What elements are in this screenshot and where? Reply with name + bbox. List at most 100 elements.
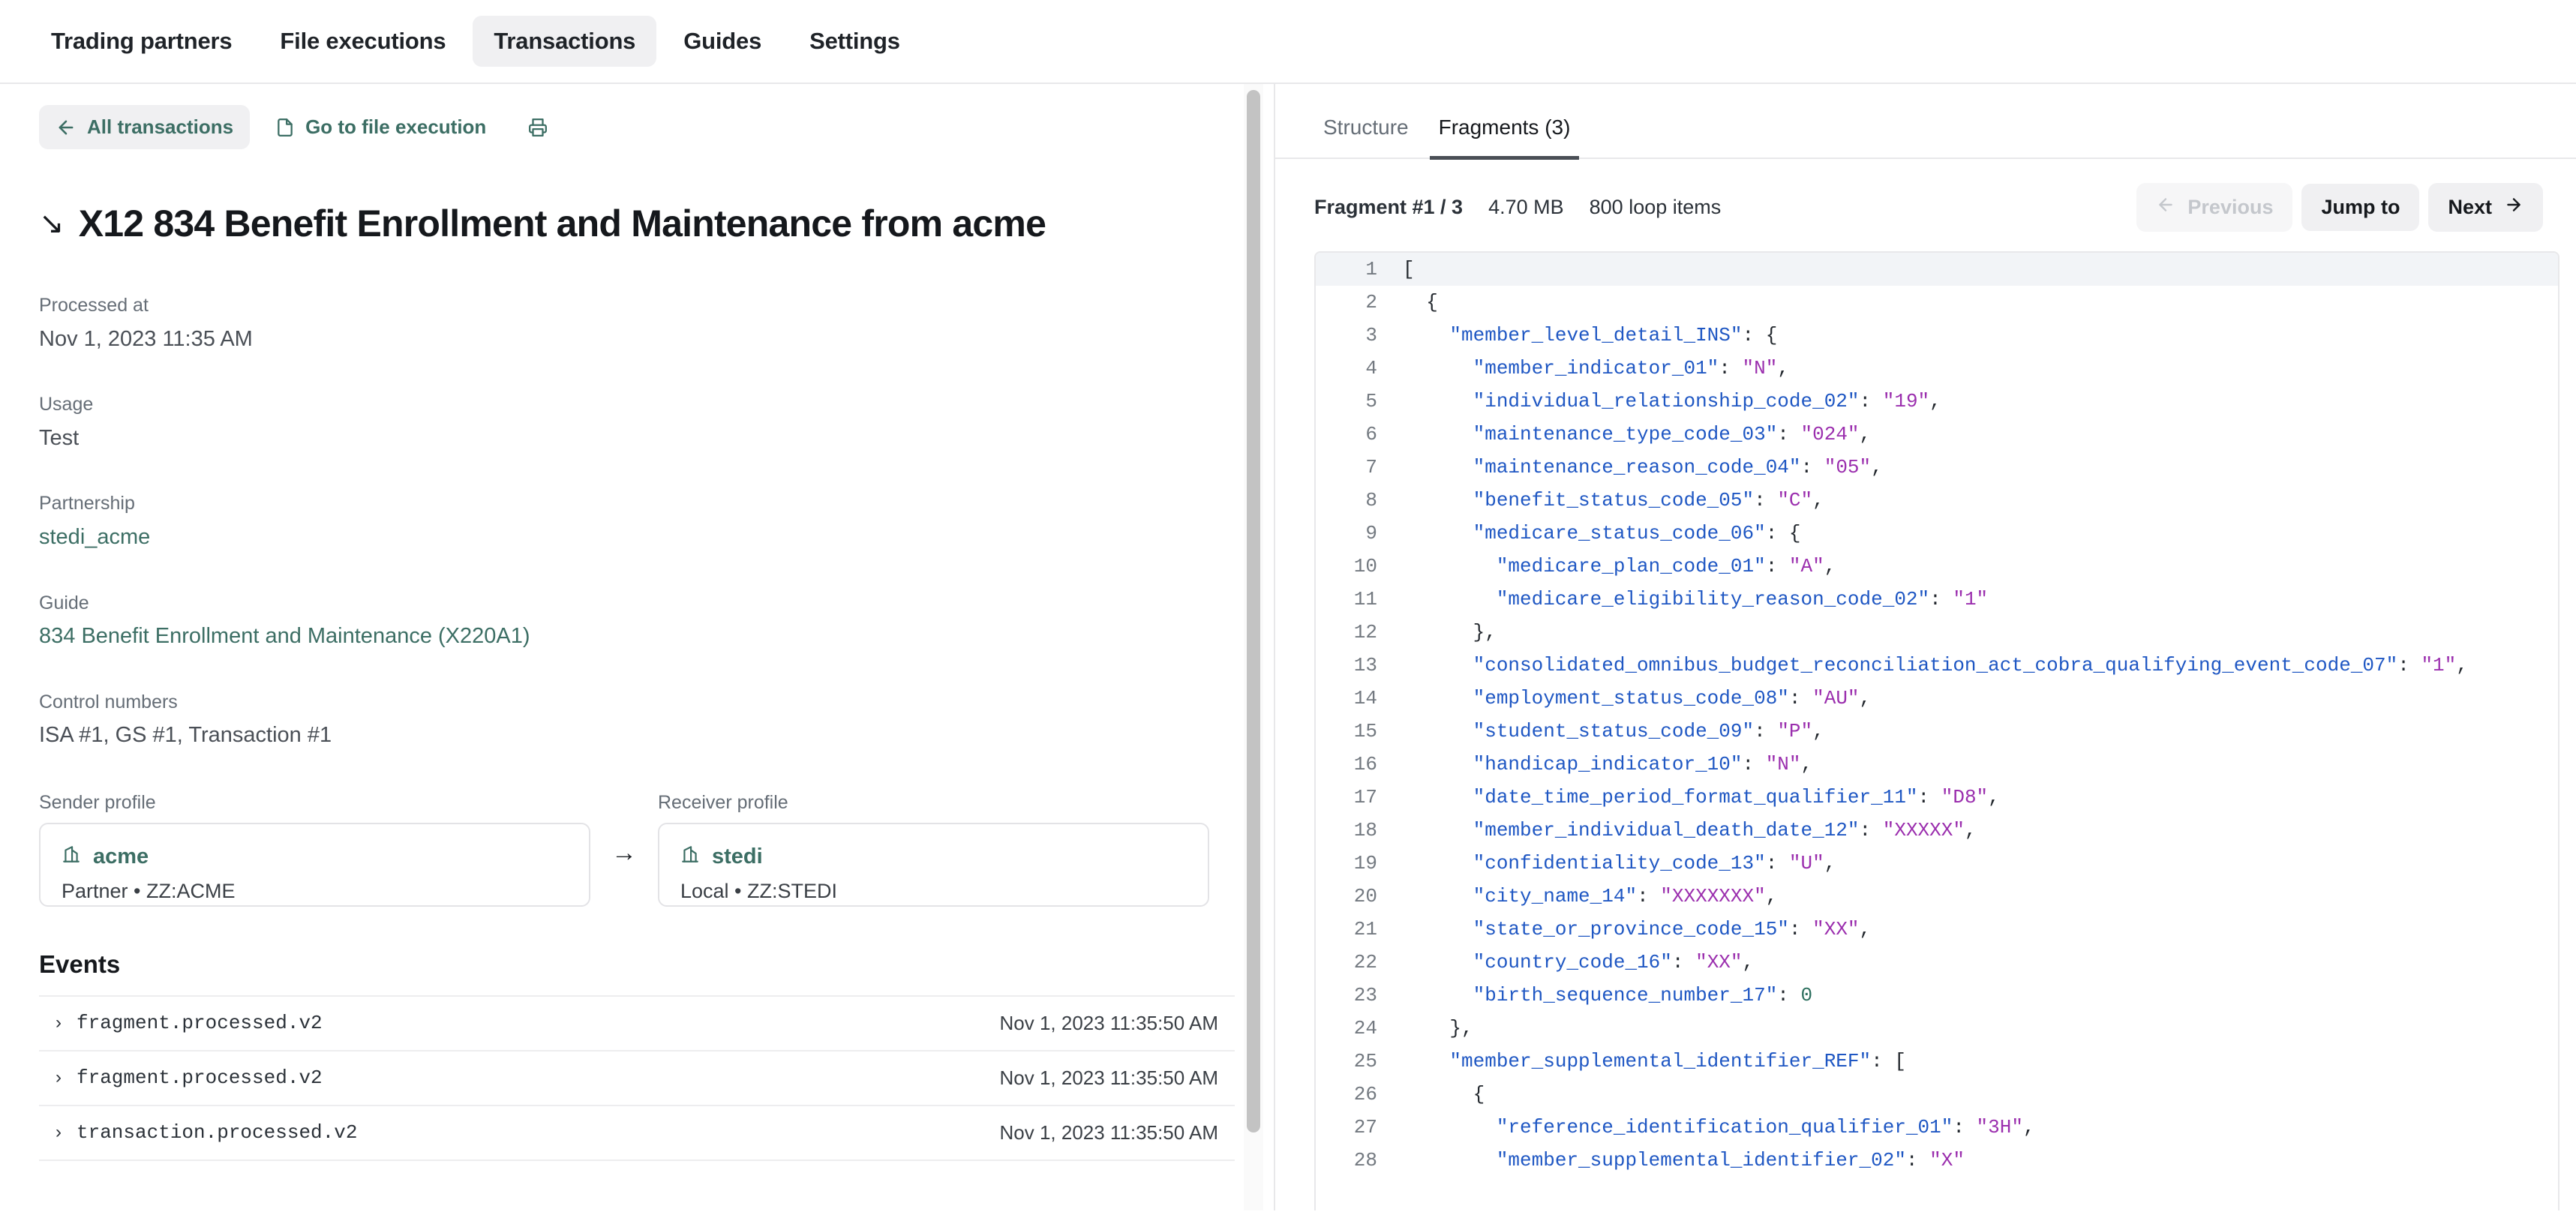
- line-content: "city_name_14": "XXXXXXX",: [1403, 880, 2558, 913]
- chevron-right-icon[interactable]: ›: [56, 1122, 62, 1143]
- field-value: Nov 1, 2023 11:35 AM: [39, 326, 1235, 354]
- token-p: :: [1801, 456, 1824, 478]
- detail-fields: Processed atNov 1, 2023 11:35 AMUsageTes…: [39, 293, 1235, 750]
- code-line: 23 "birth_sequence_number_17": 0: [1316, 979, 2558, 1012]
- token-k: "member_supplemental_identifier_REF": [1449, 1050, 1871, 1072]
- tab-structure[interactable]: Structure: [1314, 108, 1418, 160]
- token-p: [1403, 852, 1473, 874]
- chevron-right-icon[interactable]: ›: [56, 1012, 62, 1034]
- go-to-file-execution-button[interactable]: Go to file execution: [259, 105, 503, 149]
- token-p: :: [2397, 654, 2421, 676]
- line-content: "state_or_province_code_15": "XX",: [1403, 913, 2558, 946]
- token-p: ,: [2456, 654, 2468, 676]
- token-k: "medicare_status_code_06": [1473, 522, 1766, 544]
- nav-item-transactions[interactable]: Transactions: [473, 16, 656, 67]
- field-label: Partnership: [39, 491, 1235, 516]
- token-p: ,: [1801, 753, 1813, 776]
- previous-fragment-button[interactable]: Previous: [2136, 183, 2292, 232]
- line-number: 13: [1316, 649, 1403, 682]
- event-timestamp: Nov 1, 2023 11:35:50 AM: [1000, 1066, 1235, 1090]
- events-list: ›fragment.processed.v2Nov 1, 2023 11:35:…: [39, 995, 1235, 1161]
- next-fragment-button[interactable]: Next: [2428, 183, 2543, 232]
- token-s: "D8": [1941, 786, 1988, 808]
- code-line: 7 "maintenance_reason_code_04": "05",: [1316, 451, 2558, 484]
- event-row[interactable]: ›transaction.processed.v2Nov 1, 2023 11:…: [39, 1105, 1235, 1161]
- line-content: "member_supplemental_identifier_REF": [: [1403, 1045, 2558, 1078]
- token-p: :: [1777, 423, 1800, 446]
- token-p: :: [1860, 819, 1883, 842]
- token-p: [1403, 588, 1497, 610]
- line-number: 22: [1316, 946, 1403, 979]
- sender-profile-card[interactable]: acme Partner • ZZ:ACME: [39, 823, 590, 907]
- line-content: "reference_identification_qualifier_01":…: [1403, 1111, 2558, 1144]
- token-k: "student_status_code_09": [1473, 720, 1754, 742]
- fragment-meta-bar: Fragment #1 / 3 4.70 MB 800 loop items P…: [1275, 159, 2576, 251]
- code-line: 11 "medicare_eligibility_reason_code_02"…: [1316, 583, 2558, 616]
- nav-item-guides[interactable]: Guides: [662, 16, 782, 67]
- token-p: [1403, 390, 1473, 412]
- chevron-right-icon[interactable]: ›: [56, 1067, 62, 1088]
- line-content: "member_individual_death_date_12": "XXXX…: [1403, 814, 2558, 847]
- token-p: :: [1789, 918, 1812, 940]
- jump-to-button[interactable]: Jump to: [2301, 184, 2419, 231]
- field-value-link[interactable]: stedi_acme: [39, 524, 1235, 552]
- sender-profile-name: acme: [93, 844, 149, 869]
- sender-profile-column: Sender profile acme Partner • ZZ:ACME: [39, 792, 590, 907]
- viewer-tabs: StructureFragments (3): [1275, 84, 2576, 159]
- token-p: ,: [1871, 456, 1883, 478]
- code-line: 3 "member_level_detail_INS": {: [1316, 319, 2558, 352]
- token-p: [1403, 786, 1473, 808]
- token-s: "19": [1883, 390, 1929, 412]
- token-p: [1403, 918, 1473, 940]
- print-button[interactable]: [512, 106, 564, 148]
- field-usage: UsageTest: [39, 392, 1235, 452]
- token-k: "employment_status_code_08": [1473, 687, 1789, 710]
- nav-item-file-executions[interactable]: File executions: [259, 16, 467, 67]
- receiver-profile-card[interactable]: stedi Local • ZZ:STEDI: [658, 823, 1209, 907]
- line-content: {: [1403, 1078, 2558, 1111]
- code-line: 15 "student_status_code_09": "P",: [1316, 715, 2558, 748]
- token-p: ,: [1988, 786, 2000, 808]
- field-label: Usage: [39, 392, 1235, 417]
- code-line: 9 "medicare_status_code_06": {: [1316, 517, 2558, 550]
- token-p: :: [1777, 984, 1800, 1006]
- line-number: 28: [1316, 1144, 1403, 1177]
- event-row[interactable]: ›fragment.processed.v2Nov 1, 2023 11:35:…: [39, 1050, 1235, 1105]
- token-p: ,: [1743, 951, 1755, 974]
- code-line: 5 "individual_relationship_code_02": "19…: [1316, 385, 2558, 418]
- token-p: :: [1766, 852, 1789, 874]
- token-k: "medicare_plan_code_01": [1497, 555, 1766, 578]
- line-number: 14: [1316, 682, 1403, 715]
- token-p: :: [1742, 753, 1765, 776]
- token-k: "benefit_status_code_05": [1473, 489, 1754, 512]
- nav-item-trading-partners[interactable]: Trading partners: [30, 16, 253, 67]
- field-control-numbers: Control numbersISA #1, GS #1, Transactio…: [39, 690, 1235, 750]
- token-p: [1403, 687, 1473, 710]
- token-p: [1403, 423, 1473, 446]
- document-icon: [275, 117, 295, 138]
- token-s: "XXXXX": [1883, 819, 1965, 842]
- token-k: "maintenance_reason_code_04": [1473, 456, 1801, 478]
- json-code-viewer[interactable]: 1[2 {3 "member_level_detail_INS": {4 "me…: [1314, 251, 2559, 1210]
- token-p: [1403, 489, 1473, 512]
- event-row[interactable]: ›fragment.processed.v2Nov 1, 2023 11:35:…: [39, 995, 1235, 1050]
- token-p: : [: [1871, 1050, 1906, 1072]
- line-number: 20: [1316, 880, 1403, 913]
- token-p: [1403, 753, 1473, 776]
- line-number: 12: [1316, 616, 1403, 649]
- token-p: :: [1929, 588, 1953, 610]
- left-pane-scrollbar-thumb[interactable]: [1247, 90, 1260, 1132]
- all-transactions-label: All transactions: [87, 116, 233, 139]
- line-content: "member_level_detail_INS": {: [1403, 319, 2558, 352]
- tab-fragments-3-[interactable]: Fragments (3): [1430, 108, 1580, 160]
- field-value-link[interactable]: 834 Benefit Enrollment and Maintenance (…: [39, 622, 1235, 651]
- token-p: :: [1637, 885, 1660, 908]
- token-s: "P": [1777, 720, 1812, 742]
- line-number: 7: [1316, 451, 1403, 484]
- all-transactions-button[interactable]: All transactions: [39, 105, 250, 149]
- token-p: :: [1766, 555, 1789, 578]
- json-code-lines: 1[2 {3 "member_level_detail_INS": {4 "me…: [1316, 253, 2558, 1177]
- token-p: {: [1403, 1083, 1485, 1106]
- nav-item-settings[interactable]: Settings: [788, 16, 921, 67]
- event-timestamp: Nov 1, 2023 11:35:50 AM: [1000, 1012, 1235, 1035]
